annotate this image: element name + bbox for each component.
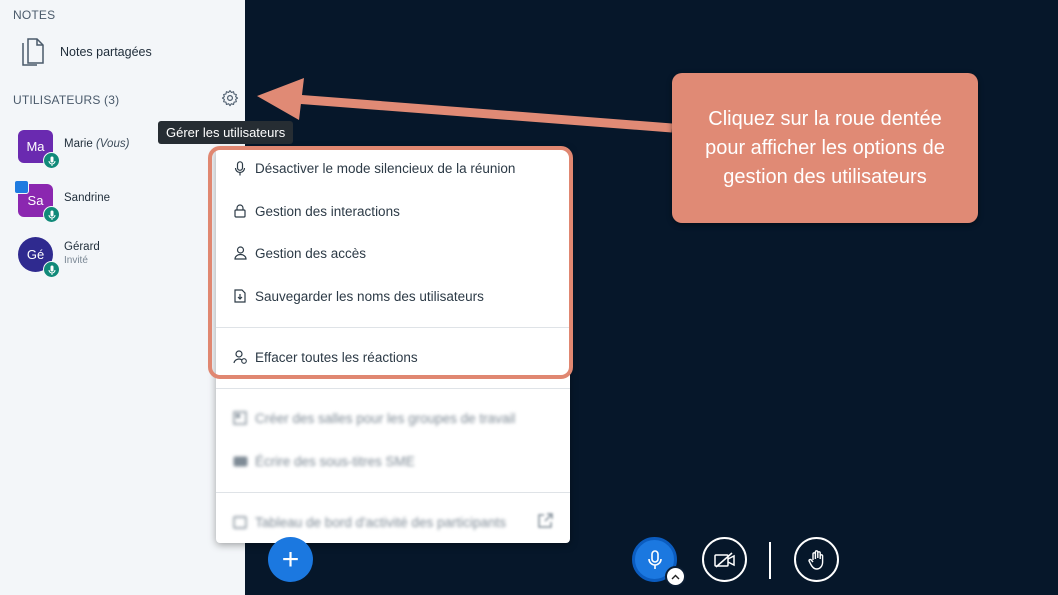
raise-hand-button[interactable] <box>794 537 839 582</box>
instruction-callout: Cliquez sur la roue dentée pour afficher… <box>672 73 978 223</box>
camera-button[interactable] <box>702 537 747 582</box>
add-action-button[interactable]: + <box>268 537 313 582</box>
controls-separator <box>769 542 771 579</box>
camera-off-icon <box>713 551 735 568</box>
hand-icon <box>807 549 823 570</box>
callout-text: Cliquez sur la roue dentée pour afficher… <box>705 107 945 188</box>
microphone-icon <box>647 549 662 569</box>
chevron-up-icon <box>671 574 680 579</box>
audio-options-button[interactable] <box>665 566 686 587</box>
